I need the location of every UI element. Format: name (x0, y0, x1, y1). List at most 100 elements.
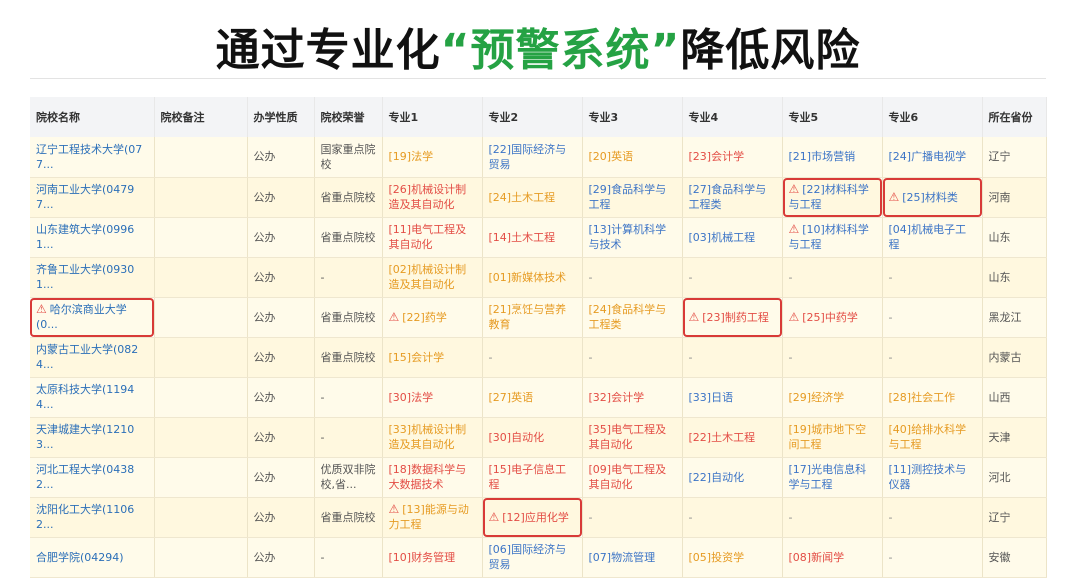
major-cell[interactable]: ⚠ [25]材料类 (882, 177, 983, 218)
major-cell[interactable]: ⚠ [22]药学 (382, 297, 483, 338)
school-name-cell[interactable]: 太原科技大学(11944... (30, 377, 155, 418)
major-cell[interactable]: - (882, 337, 983, 378)
major-cell[interactable]: [35]电气工程及其自动化 (582, 417, 683, 458)
major-cell[interactable]: [04]机械电子工程 (882, 217, 983, 258)
major-cell[interactable]: [10]财务管理 (382, 537, 483, 578)
major-cell[interactable]: [24]土木工程 (482, 177, 583, 218)
major-cell[interactable]: [02]机械设计制造及其自动化 (382, 257, 483, 298)
table-row[interactable]: 山东建筑大学(09961... 公办 省重点院校 [11]电气工程及其自动化 [14]土… (30, 217, 1047, 258)
major-cell[interactable]: [11]电气工程及其自动化 (382, 217, 483, 258)
major-cell[interactable]: [27]英语 (482, 377, 583, 418)
major-cell[interactable]: - (482, 337, 583, 378)
column-header[interactable]: 院校荣誉 (314, 97, 383, 137)
major-cell[interactable]: [18]数据科学与大数据技术 (382, 457, 483, 498)
major-cell[interactable]: [17]光电信息科学与工程 (782, 457, 883, 498)
major-cell[interactable]: [19]法学 (382, 137, 483, 178)
major-cell[interactable]: ⚠ [22]材料科学与工程 (782, 177, 883, 218)
major-cell[interactable]: - (682, 497, 783, 538)
major-cell[interactable]: [32]会计学 (582, 377, 683, 418)
major-cell[interactable]: [29]经济学 (782, 377, 883, 418)
major-cell[interactable]: [05]投资学 (682, 537, 783, 578)
major-cell[interactable]: [07]物流管理 (582, 537, 683, 578)
column-header[interactable]: 专业1 (382, 97, 483, 137)
major-cell[interactable]: ⚠ [23]制药工程 (682, 297, 783, 338)
major-cell[interactable]: [24]食品科学与工程类 (582, 297, 683, 338)
major-cell[interactable]: - (882, 297, 983, 338)
table-row[interactable]: ⚠ 哈尔滨商业大学(0... 公办 省重点院校 ⚠ [22]药学 [21]烹饪与营养教育 [2… (30, 297, 1047, 338)
major-cell[interactable]: [01]新媒体技术 (482, 257, 583, 298)
major-cell[interactable]: ⚠ [12]应用化学 (482, 497, 583, 538)
major-cell[interactable]: [26]机械设计制造及其自动化 (382, 177, 483, 218)
major-cell[interactable]: ⚠ [10]材料科学与工程 (782, 217, 883, 258)
major-cell[interactable]: - (782, 257, 883, 298)
column-header[interactable]: 院校名称 (30, 97, 155, 137)
column-header[interactable]: 专业6 (882, 97, 983, 137)
table-row[interactable]: 辽宁工程技术大学(077... 公办 国家重点院校 [19]法学 [22]国际经济与贸易… (30, 137, 1047, 178)
major-cell[interactable]: - (682, 337, 783, 378)
table-row[interactable]: 太原科技大学(11944... 公办 - [30]法学 [27]英语 [32]会计学 [33… (30, 377, 1047, 418)
major-cell[interactable]: [33]日语 (682, 377, 783, 418)
school-name-cell[interactable]: 辽宁工程技术大学(077... (30, 137, 155, 178)
major-cell[interactable]: [27]食品科学与工程类 (682, 177, 783, 218)
major-cell[interactable]: [14]土木工程 (482, 217, 583, 258)
school-name-cell[interactable]: 山东建筑大学(09961... (30, 217, 155, 258)
major-cell[interactable]: [06]国际经济与贸易 (482, 537, 583, 578)
table-row[interactable]: 天津城建大学(12103... 公办 - [33]机械设计制造及其自动化 [30]自动化… (30, 417, 1047, 458)
column-header[interactable]: 办学性质 (247, 97, 315, 137)
school-name-cell[interactable]: ⚠ 哈尔滨商业大学(0... (30, 297, 155, 338)
column-header[interactable]: 专业3 (582, 97, 683, 137)
major-cell[interactable]: ⚠ [25]中药学 (782, 297, 883, 338)
major-cell[interactable]: [24]广播电视学 (882, 137, 983, 178)
major-cell[interactable]: - (882, 257, 983, 298)
major-cell[interactable]: - (782, 497, 883, 538)
major-cell[interactable]: [21]烹饪与营养教育 (482, 297, 583, 338)
table-row[interactable]: 合肥学院(04294) 公办 - [10]财务管理 [06]国际经济与贸易 [07]物流管… (30, 537, 1047, 578)
major-cell[interactable]: [20]英语 (582, 137, 683, 178)
major-cell[interactable]: [33]机械设计制造及其自动化 (382, 417, 483, 458)
major-cell[interactable]: - (682, 257, 783, 298)
major-cell[interactable]: - (582, 257, 683, 298)
column-header[interactable]: 院校备注 (154, 97, 248, 137)
major-cell[interactable]: [08]新闻学 (782, 537, 883, 578)
major-cell[interactable]: ⚠ [13]能源与动力工程 (382, 497, 483, 538)
major-label: [10]财务管理 (388, 550, 456, 564)
school-name-cell[interactable]: 河北工程大学(04382... (30, 457, 155, 498)
school-name-cell[interactable]: 天津城建大学(12103... (30, 417, 155, 458)
table-row[interactable]: 沈阳化工大学(11062... 公办 省重点院校 ⚠ [13]能源与动力工程 ⚠ [12]应… (30, 497, 1047, 538)
major-cell[interactable]: [30]法学 (382, 377, 483, 418)
major-cell[interactable]: [40]给排水科学与工程 (882, 417, 983, 458)
major-cell[interactable]: [15]会计学 (382, 337, 483, 378)
major-cell[interactable]: - (782, 337, 883, 378)
major-cell[interactable]: [29]食品科学与工程 (582, 177, 683, 218)
major-cell[interactable]: [09]电气工程及其自动化 (582, 457, 683, 498)
table-row[interactable]: 内蒙古工业大学(0824... 公办 省重点院校 [15]会计学 - - - - - 内蒙古 (30, 337, 1047, 378)
school-name-cell[interactable]: 内蒙古工业大学(0824... (30, 337, 155, 378)
column-header[interactable]: 专业5 (782, 97, 883, 137)
major-cell[interactable]: [30]自动化 (482, 417, 583, 458)
major-cell[interactable]: [15]电子信息工程 (482, 457, 583, 498)
major-cell[interactable]: [22]自动化 (682, 457, 783, 498)
major-cell[interactable]: [23]会计学 (682, 137, 783, 178)
major-cell[interactable]: [19]城市地下空间工程 (782, 417, 883, 458)
major-cell[interactable]: - (882, 497, 983, 538)
major-cell[interactable]: [28]社会工作 (882, 377, 983, 418)
table-row[interactable]: 河北工程大学(04382... 公办 优质双非院校,省... [18]数据科学与大数据… (30, 457, 1047, 498)
major-cell[interactable]: [03]机械工程 (682, 217, 783, 258)
major-cell[interactable]: - (582, 497, 683, 538)
major-cell[interactable]: [21]市场营销 (782, 137, 883, 178)
major-cell[interactable]: - (582, 337, 683, 378)
major-cell[interactable]: [13]计算机科学与技术 (582, 217, 683, 258)
major-cell[interactable]: - (882, 537, 983, 578)
school-name-cell[interactable]: 河南工业大学(04797... (30, 177, 155, 218)
column-header[interactable]: 专业2 (482, 97, 583, 137)
major-cell[interactable]: [11]测控技术与仪器 (882, 457, 983, 498)
table-row[interactable]: 齐鲁工业大学(09301... 公办 - [02]机械设计制造及其自动化 [01]新媒体… (30, 257, 1047, 298)
major-cell[interactable]: [22]土木工程 (682, 417, 783, 458)
school-name-cell[interactable]: 合肥学院(04294) (30, 537, 155, 578)
school-name-cell[interactable]: 齐鲁工业大学(09301... (30, 257, 155, 298)
table-row[interactable]: 河南工业大学(04797... 公办 省重点院校 [26]机械设计制造及其自动化 [24… (30, 177, 1047, 218)
school-name-cell[interactable]: 沈阳化工大学(11062... (30, 497, 155, 538)
column-header[interactable]: 专业4 (682, 97, 783, 137)
major-cell[interactable]: [22]国际经济与贸易 (482, 137, 583, 178)
column-header[interactable]: 所在省份 (982, 97, 1047, 137)
